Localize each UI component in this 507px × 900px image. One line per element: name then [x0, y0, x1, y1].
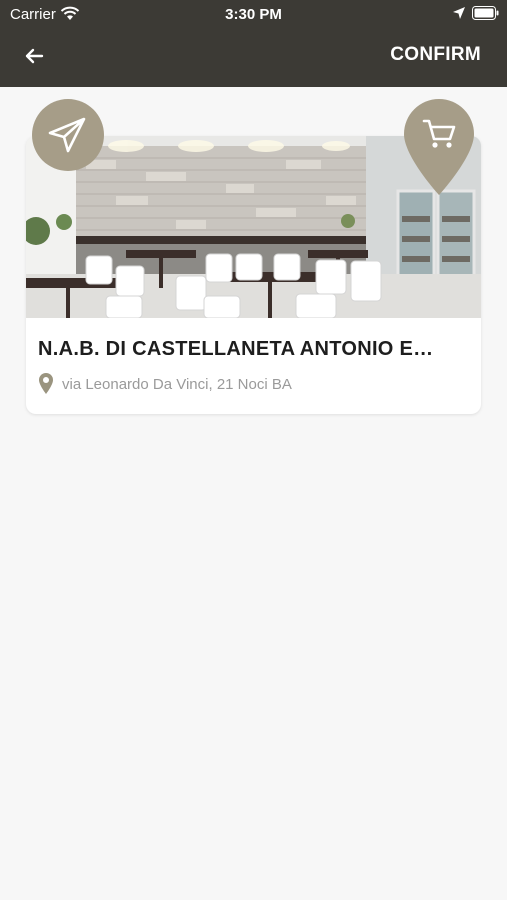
store-name: N.A.B. DI CASTELLANETA ANTONIO E…	[38, 338, 434, 360]
battery-icon	[472, 6, 499, 20]
confirm-button[interactable]: CONFIRM	[390, 44, 481, 66]
paper-plane-icon	[48, 117, 86, 153]
store-address: via Leonardo Da Vinci, 21 Noci BA	[62, 376, 292, 393]
send-button[interactable]	[32, 99, 104, 171]
status-bar: Carrier 3:30 PM	[0, 0, 507, 28]
clock: 3:30 PM	[225, 6, 282, 23]
arrow-left-icon	[25, 48, 44, 64]
back-button[interactable]	[20, 42, 48, 70]
shopping-cart-icon	[404, 99, 474, 195]
cart-button[interactable]	[404, 99, 474, 195]
top-bar: Carrier 3:30 PM CONFIRM	[0, 0, 507, 87]
map-pin-icon	[39, 373, 53, 394]
location-arrow-icon	[453, 7, 465, 19]
